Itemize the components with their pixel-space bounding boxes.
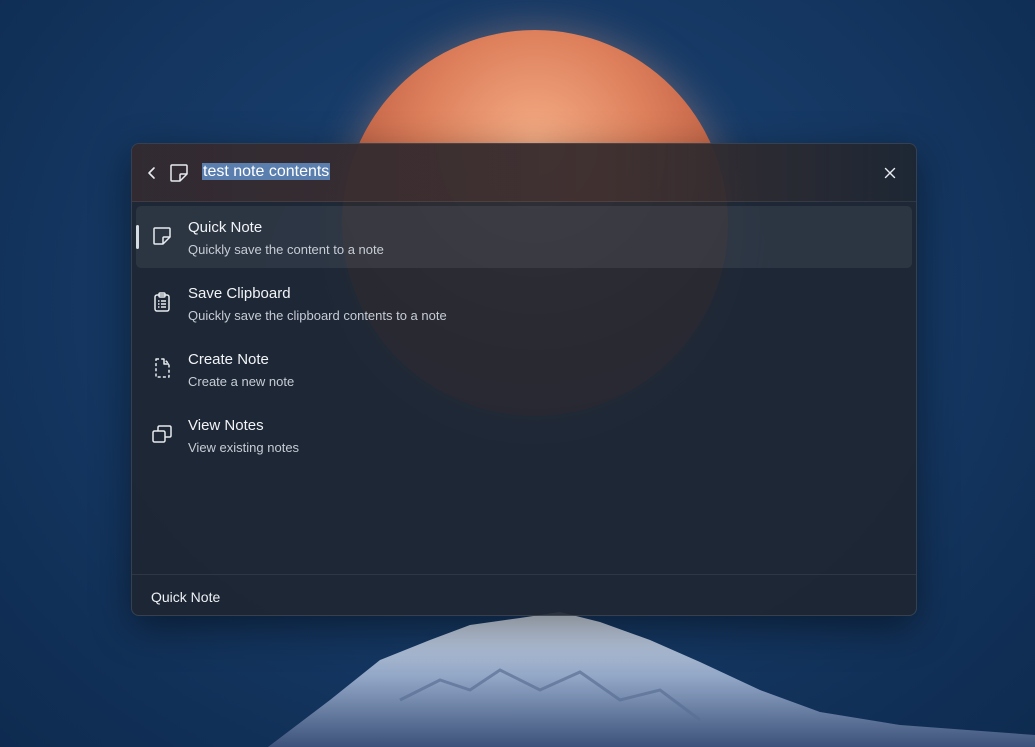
selected-indicator (136, 225, 139, 249)
results-list: Quick Note Quickly save the content to a… (136, 206, 912, 470)
result-item-quick-note[interactable]: Quick Note Quickly save the content to a… (136, 206, 912, 268)
result-title: Quick Note (188, 219, 263, 236)
close-button[interactable] (878, 161, 902, 185)
search-query-text: test note contents (202, 163, 331, 180)
result-title: Create Note (188, 351, 269, 368)
status-footer: Quick Note (132, 574, 916, 615)
footer-label: Quick Note (151, 589, 221, 605)
result-item-save-clipboard[interactable]: Save Clipboard Quickly save the clipboar… (136, 272, 912, 334)
result-subtitle: Quickly save the content to a note (188, 242, 384, 257)
result-title: View Notes (188, 417, 264, 434)
chevron-left-icon (148, 167, 155, 179)
sticky-note-icon (170, 164, 188, 182)
result-subtitle: View existing notes (188, 440, 300, 455)
back-button[interactable] (140, 161, 164, 185)
result-item-create-note[interactable]: Create Note Create a new note (136, 338, 912, 400)
new-document-icon (155, 358, 170, 378)
sticky-note-icon (153, 227, 171, 245)
result-item-view-notes[interactable]: View Notes View existing notes (136, 404, 912, 466)
search-input[interactable]: test note contents (202, 162, 331, 182)
close-icon (884, 167, 896, 179)
result-subtitle: Create a new note (188, 374, 295, 389)
clipboard-icon (154, 292, 170, 312)
stacked-windows-icon (152, 425, 172, 443)
result-subtitle: Quickly save the clipboard contents to a… (188, 308, 447, 323)
result-title: Save Clipboard (188, 285, 291, 302)
search-bar: test note contents (132, 144, 916, 202)
command-palette: test note contents Quick Note Quickly sa… (131, 143, 917, 616)
